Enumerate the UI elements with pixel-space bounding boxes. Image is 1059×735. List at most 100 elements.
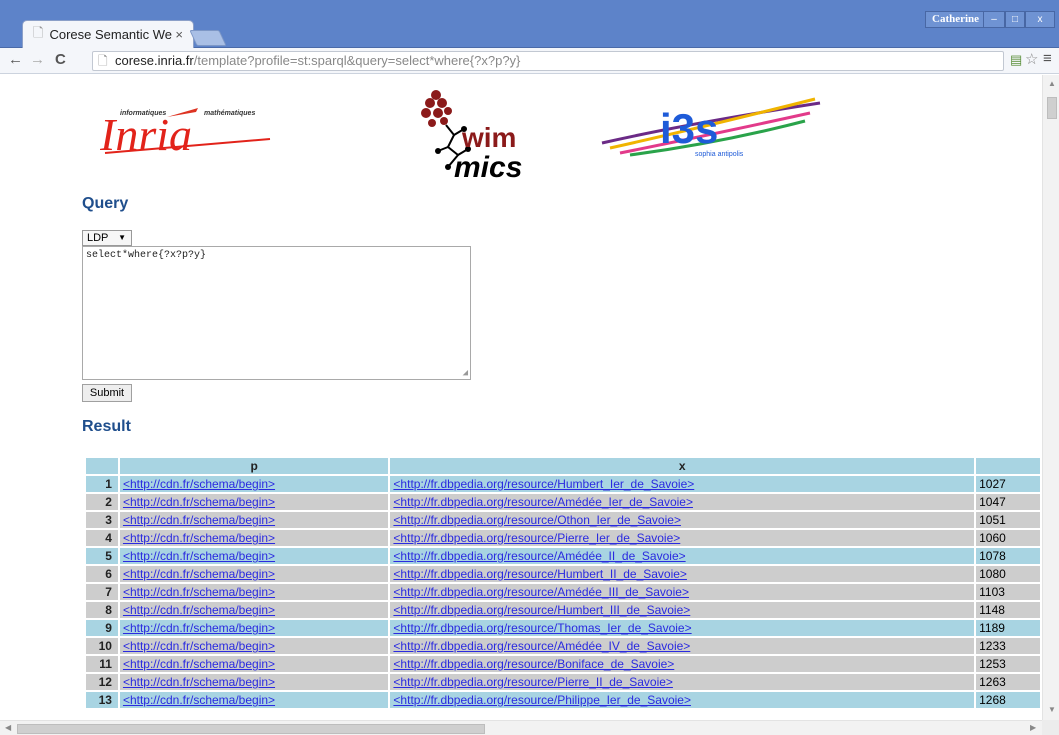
reload-icon[interactable]: C xyxy=(55,51,66,68)
row-index: 2 xyxy=(86,494,118,510)
cell-p: <http://cdn.fr/schema/begin> xyxy=(119,548,389,564)
cell-y: 1051 xyxy=(976,512,1040,528)
link-p[interactable]: <http://cdn.fr/schema/begin> xyxy=(123,585,275,599)
page-icon: 🗋 xyxy=(33,24,44,40)
link-x[interactable]: <http://fr.dbpedia.org/resource/Pierre_I… xyxy=(393,675,673,689)
chevron-down-icon: ▼ xyxy=(118,233,126,242)
link-x[interactable]: <http://fr.dbpedia.org/resource/Amédée_I… xyxy=(393,585,689,599)
link-p[interactable]: <http://cdn.fr/schema/begin> xyxy=(123,639,275,653)
back-icon[interactable]: ← xyxy=(8,51,23,68)
page-content: informatiques mathématiques Inria wim mi… xyxy=(0,75,1042,720)
row-index: 8 xyxy=(86,602,118,618)
link-x[interactable]: <http://fr.dbpedia.org/resource/Boniface… xyxy=(393,657,674,671)
col-header-x: x xyxy=(390,458,975,474)
cell-x: <http://fr.dbpedia.org/resource/Amédée_I… xyxy=(390,638,975,654)
link-p[interactable]: <http://cdn.fr/schema/begin> xyxy=(123,531,275,545)
svg-text:wim: wim xyxy=(461,122,516,153)
link-p[interactable]: <http://cdn.fr/schema/begin> xyxy=(123,603,275,617)
table-row: 2 <http://cdn.fr/schema/begin> <http://fr.… xyxy=(86,494,1040,510)
close-window-button[interactable]: x xyxy=(1025,11,1055,28)
row-index: 4 xyxy=(86,530,118,546)
col-header-p: p xyxy=(119,458,389,474)
cell-y: 1080 xyxy=(976,566,1040,582)
col-header-index xyxy=(86,458,118,474)
cell-y: 1253 xyxy=(976,656,1040,672)
link-x[interactable]: <http://fr.dbpedia.org/resource/Humbert_… xyxy=(393,603,690,617)
table-row: 1 <http://cdn.fr/schema/begin> <http://fr.… xyxy=(86,476,1040,492)
resize-grip-icon[interactable]: ◢ xyxy=(463,368,468,378)
link-p[interactable]: <http://cdn.fr/schema/begin> xyxy=(123,495,275,509)
minimize-button[interactable]: – xyxy=(983,11,1005,28)
link-p[interactable]: <http://cdn.fr/schema/begin> xyxy=(123,549,275,563)
result-heading: Result xyxy=(82,418,131,435)
link-x[interactable]: <http://fr.dbpedia.org/resource/Othon_Ie… xyxy=(393,513,681,527)
menu-icon[interactable]: ≡ xyxy=(1043,50,1052,67)
link-p[interactable]: <http://cdn.fr/schema/begin> xyxy=(123,513,275,527)
link-x[interactable]: <http://fr.dbpedia.org/resource/Pierre_I… xyxy=(393,531,680,545)
cell-y: 1060 xyxy=(976,530,1040,546)
vertical-scrollbar[interactable]: ▲ ▼ xyxy=(1042,75,1059,720)
svg-text:sophia antipolis: sophia antipolis xyxy=(695,151,744,158)
svg-text:i3s: i3s xyxy=(660,105,718,152)
link-p[interactable]: <http://cdn.fr/schema/begin> xyxy=(123,675,275,689)
star-icon[interactable]: ☆ xyxy=(1025,50,1038,68)
cell-x: <http://fr.dbpedia.org/resource/Amédée_I… xyxy=(390,548,975,564)
wimmics-logo: wim mics xyxy=(421,90,522,180)
horizontal-scroll-thumb[interactable] xyxy=(17,724,485,734)
maximize-button[interactable]: □ xyxy=(1005,11,1025,28)
cell-x: <http://fr.dbpedia.org/resource/Humbert_… xyxy=(390,566,975,582)
title-bar: 🗋 Corese Semantic We × Catherine – □ x xyxy=(0,0,1059,48)
scroll-right-icon[interactable]: ▶ xyxy=(1030,723,1036,732)
address-bar[interactable]: 🗋 corese.inria.fr/template?profile=st:sp… xyxy=(92,51,1004,71)
horizontal-scrollbar[interactable]: ◀ ▶ xyxy=(0,720,1042,735)
query-textarea[interactable]: select*where{?x?p?y} ◢ xyxy=(82,246,471,380)
cell-x: <http://fr.dbpedia.org/resource/Amédée_I… xyxy=(390,494,975,510)
scroll-left-icon[interactable]: ◀ xyxy=(5,723,11,732)
cell-y: 1103 xyxy=(976,584,1040,600)
link-x[interactable]: <http://fr.dbpedia.org/resource/Amédée_I… xyxy=(393,639,690,653)
url-host: corese.inria.fr xyxy=(115,53,194,68)
cell-p: <http://cdn.fr/schema/begin> xyxy=(119,602,389,618)
cell-x: <http://fr.dbpedia.org/resource/Humbert_… xyxy=(390,602,975,618)
link-p[interactable]: <http://cdn.fr/schema/begin> xyxy=(123,567,275,581)
query-heading: Query xyxy=(82,195,129,212)
row-index: 10 xyxy=(86,638,118,654)
row-index: 12 xyxy=(86,674,118,690)
link-p[interactable]: <http://cdn.fr/schema/begin> xyxy=(123,477,275,491)
new-tab-button[interactable] xyxy=(189,30,227,46)
scroll-down-icon[interactable]: ▼ xyxy=(1048,705,1056,714)
link-p[interactable]: <http://cdn.fr/schema/begin> xyxy=(123,693,275,707)
link-x[interactable]: <http://fr.dbpedia.org/resource/Thomas_I… xyxy=(393,621,691,635)
tab-close-icon[interactable]: × xyxy=(175,27,183,42)
cell-p: <http://cdn.fr/schema/begin> xyxy=(119,674,389,690)
row-index: 7 xyxy=(86,584,118,600)
cell-p: <http://cdn.fr/schema/begin> xyxy=(119,566,389,582)
translate-icon[interactable]: ▤ xyxy=(1010,52,1022,68)
forward-icon[interactable]: → xyxy=(30,51,45,68)
svg-text:Inria: Inria xyxy=(100,109,192,158)
vertical-scroll-thumb[interactable] xyxy=(1047,97,1057,119)
link-p[interactable]: <http://cdn.fr/schema/begin> xyxy=(123,621,275,635)
profile-button[interactable]: Catherine xyxy=(925,11,987,28)
table-row: 3 <http://cdn.fr/schema/begin> <http://fr.… xyxy=(86,512,1040,528)
profile-select[interactable]: LDP ▼ xyxy=(82,230,132,246)
submit-button[interactable]: Submit xyxy=(82,384,132,402)
inria-logo: informatiques mathématiques Inria xyxy=(100,108,271,158)
table-header: p x xyxy=(86,458,1040,474)
link-x[interactable]: <http://fr.dbpedia.org/resource/Amédée_I… xyxy=(393,495,693,509)
scroll-up-icon[interactable]: ▲ xyxy=(1048,79,1056,88)
cell-p: <http://cdn.fr/schema/begin> xyxy=(119,620,389,636)
link-p[interactable]: <http://cdn.fr/schema/begin> xyxy=(123,657,275,671)
table-row: 13 <http://cdn.fr/schema/begin> <http://fr… xyxy=(86,692,1040,708)
link-x[interactable]: <http://fr.dbpedia.org/resource/Humbert_… xyxy=(393,477,694,491)
browser-tab[interactable]: 🗋 Corese Semantic We × xyxy=(22,20,194,48)
cell-x: <http://fr.dbpedia.org/resource/Amédée_I… xyxy=(390,584,975,600)
browser-toolbar: ← → C 🗋 corese.inria.fr/template?profile… xyxy=(0,48,1059,74)
link-x[interactable]: <http://fr.dbpedia.org/resource/Philippe… xyxy=(393,693,691,707)
link-x[interactable]: <http://fr.dbpedia.org/resource/Humbert_… xyxy=(393,567,687,581)
table-row: 7 <http://cdn.fr/schema/begin> <http://fr.… xyxy=(86,584,1040,600)
link-x[interactable]: <http://fr.dbpedia.org/resource/Amédée_I… xyxy=(393,549,685,563)
cell-x: <http://fr.dbpedia.org/resource/Philippe… xyxy=(390,692,975,708)
cell-y: 1047 xyxy=(976,494,1040,510)
row-index: 5 xyxy=(86,548,118,564)
